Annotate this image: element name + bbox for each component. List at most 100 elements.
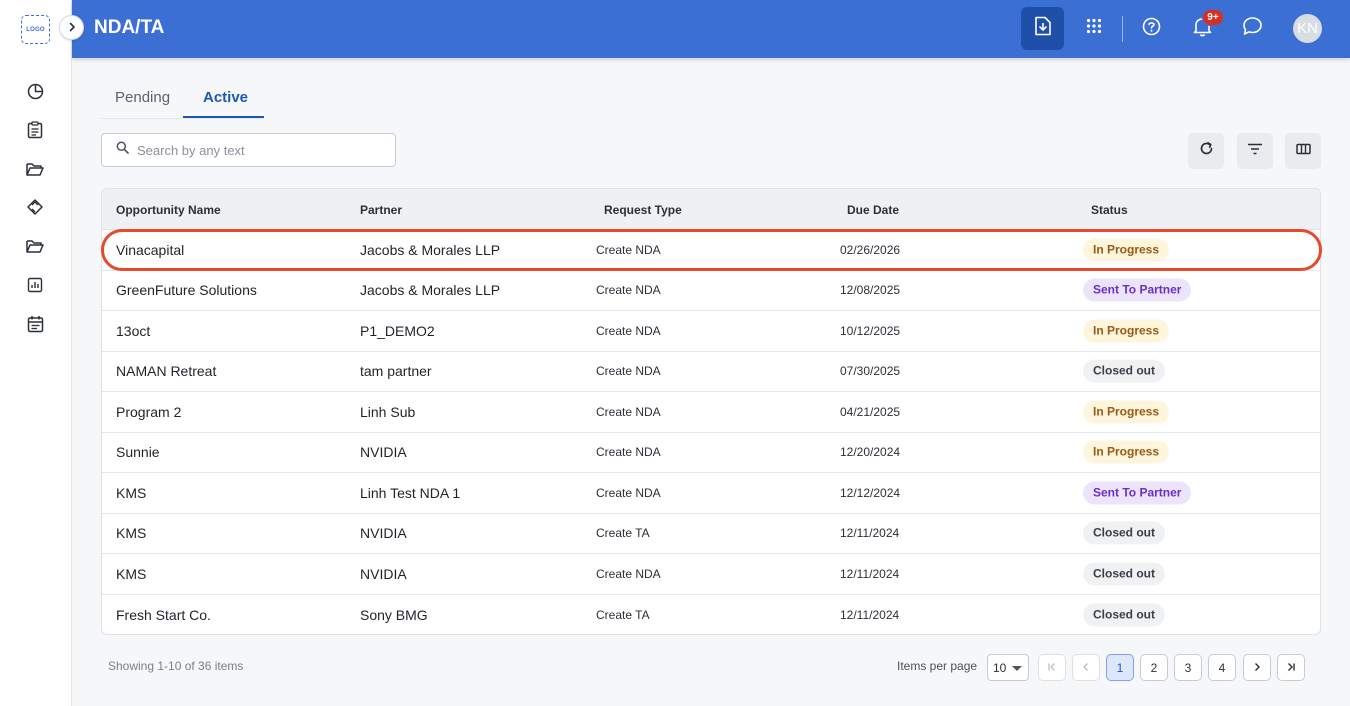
cell-request-type: Create NDA [596,566,661,581]
cell-opportunity-name: KMS [116,565,147,582]
column-header-due-date[interactable]: Due Date [847,203,899,217]
download-button[interactable] [1021,7,1064,50]
chat-icon [1242,16,1263,41]
cell-status: In Progress [1083,440,1170,464]
top-header: NDA/TA 9+ KN [72,0,1350,58]
clipboard-icon[interactable] [25,120,45,140]
cell-opportunity-name: GreenFuture Solutions [116,282,257,299]
prev-page-button[interactable] [1072,654,1100,681]
chat-button[interactable] [1231,7,1274,50]
refresh-button[interactable] [1188,133,1224,169]
search-input[interactable] [137,142,377,158]
items-per-page-select[interactable]: 10 [987,654,1029,681]
cell-opportunity-name: KMS [116,525,147,542]
filter-button[interactable] [1237,133,1273,169]
status-badge: In Progress [1083,440,1170,464]
status-badge: In Progress [1083,319,1170,343]
cell-request-type: Create NDA [596,445,661,460]
cell-request-type: Create TA [596,526,650,541]
grid-icon [1086,18,1102,39]
table-row[interactable]: KMS NVIDIA Create NDA 12/11/2024 Closed out [102,554,1320,595]
handshake-icon[interactable] [25,197,45,217]
bar-chart-icon[interactable] [25,275,45,295]
tabs-baseline [101,118,264,119]
status-badge: Closed out [1083,521,1165,545]
cell-due-date: 12/08/2025 [840,283,901,298]
sidebar-collapse-button[interactable] [59,15,84,40]
table-row[interactable]: 13oct P1_DEMO2 Create NDA 10/12/2025 In Prog… [102,311,1320,352]
file-download-icon [1034,16,1052,41]
cell-due-date: 02/26/2026 [840,242,901,257]
table-row[interactable]: GreenFuture Solutions Jacobs & Morales LL… [102,271,1320,311]
status-badge: Closed out [1083,359,1165,383]
column-header-opportunity[interactable]: Opportunity Name [116,203,221,217]
table-row[interactable]: KMS NVIDIA Create TA 12/11/2024 Closed out [102,514,1320,554]
page-button-3[interactable]: 3 [1174,654,1202,681]
cell-due-date: 12/11/2024 [840,566,900,581]
page-button-1[interactable]: 1 [1106,654,1134,681]
filter-icon [1247,142,1263,160]
folder-icon[interactable] [25,236,45,256]
page-title: NDA/TA [94,17,165,38]
status-badge: Closed out [1083,562,1165,586]
chevron-right-icon [1252,661,1262,675]
cell-opportunity-name: Vinacapital [116,241,185,258]
column-header-status[interactable]: Status [1091,203,1128,217]
apps-grid-button[interactable] [1072,7,1115,50]
page-button-2[interactable]: 2 [1140,654,1168,681]
help-button[interactable] [1130,7,1173,50]
items-per-page-label: Items per page [897,659,978,673]
cell-opportunity-name: Fresh Start Co. [116,606,211,623]
search-icon [116,141,129,159]
status-badge: Sent To Partner [1083,278,1192,302]
page-button-4[interactable]: 4 [1208,654,1236,681]
user-avatar[interactable]: KN [1293,14,1322,43]
columns-button[interactable] [1285,133,1321,169]
cell-opportunity-name: Program 2 [116,403,182,420]
cell-request-type: Create NDA [596,323,661,338]
cell-due-date: 12/11/2024 [840,607,900,622]
cell-due-date: 12/11/2024 [840,526,900,541]
active-tab-indicator [183,116,264,118]
last-page-icon [1286,661,1296,675]
table-row[interactable]: KMS Linh Test NDA 1 Create NDA 12/12/2024 Se… [102,473,1320,514]
columns-icon [1295,142,1311,160]
next-page-button[interactable] [1243,654,1271,681]
refresh-icon [1199,141,1214,161]
first-page-button[interactable] [1038,654,1066,681]
pie-chart-icon[interactable] [25,81,45,101]
cell-status: In Progress [1083,400,1170,424]
help-icon [1142,17,1161,41]
column-header-partner[interactable]: Partner [360,203,402,217]
search-field[interactable] [101,133,396,167]
cell-due-date: 12/12/2024 [840,485,901,500]
last-page-button[interactable] [1277,654,1305,681]
table-row[interactable]: Program 2 Linh Sub Create NDA 04/21/2025 In … [102,392,1320,433]
tab-pending[interactable]: Pending [115,89,170,106]
table-row[interactable]: NAMAN Retreat tam partner Create NDA 07/30/… [102,352,1320,392]
items-count-text: Showing 1-10 of 36 items [108,659,244,673]
items-per-page-value: 10 [993,660,1007,675]
logo: LOGO [21,15,50,44]
cell-status: Closed out [1083,521,1165,545]
status-badge: In Progress [1083,400,1170,424]
chevron-left-icon [1081,661,1091,675]
table-row[interactable]: Fresh Start Co. Sony BMG Create TA 12/11/20… [102,595,1320,636]
calendar-icon[interactable] [25,314,45,334]
table-row[interactable]: Vinacapital Jacobs & Morales LLP Create ND… [102,230,1320,271]
nda-table: Opportunity Name Partner Request Type Du… [101,188,1321,635]
column-header-request-type[interactable]: Request Type [604,203,682,217]
table-row[interactable]: Sunnie NVIDIA Create NDA 12/20/2024 In Progr… [102,433,1320,473]
tab-active[interactable]: Active [203,89,248,106]
cell-status: Closed out [1083,359,1165,383]
folder-open-icon[interactable] [25,159,45,179]
cell-request-type: Create NDA [596,404,661,419]
status-badge: Sent To Partner [1083,481,1192,505]
cell-due-date: 10/12/2025 [840,323,901,338]
sidebar: LOGO [0,0,72,706]
cell-partner: NVIDIA [360,565,407,582]
cell-opportunity-name: 13oct [116,322,151,339]
cell-request-type: Create NDA [596,283,661,298]
cell-status: In Progress [1083,319,1170,343]
cell-request-type: Create TA [596,607,650,622]
